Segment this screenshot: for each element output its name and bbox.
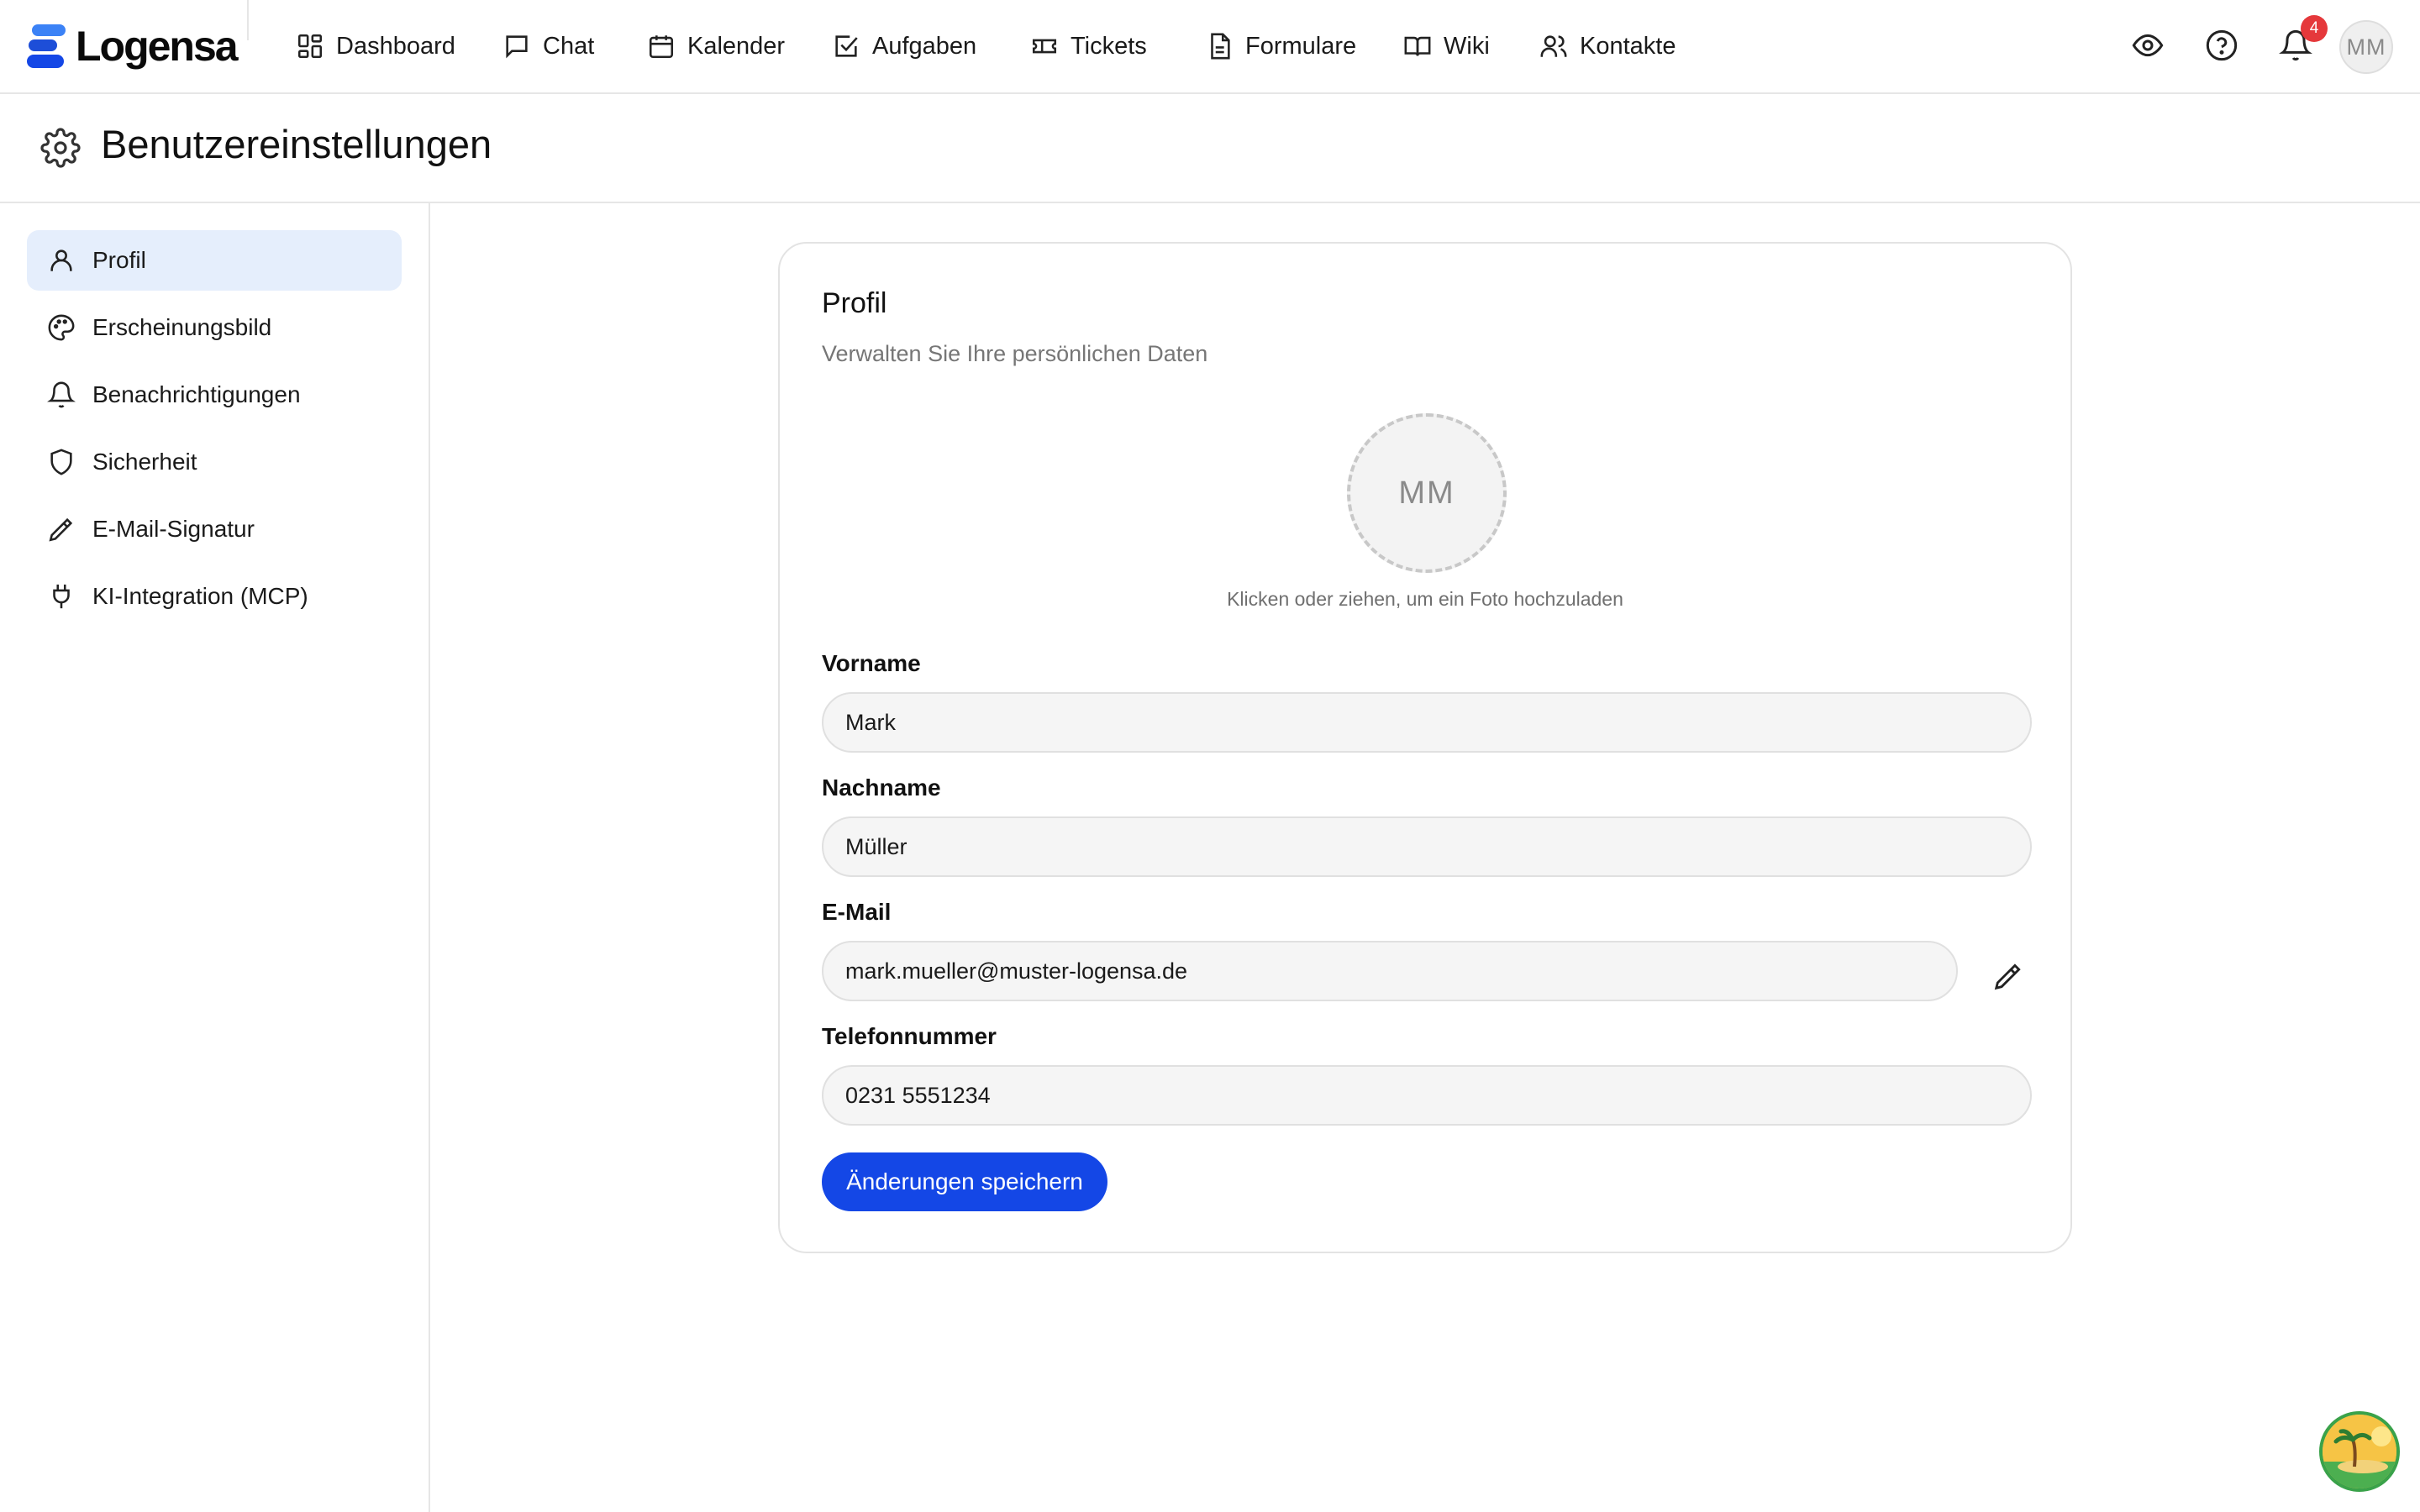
logo-divider [247,0,249,40]
contacts-icon [1540,35,1567,57]
sidebar-item-email-signature[interactable]: E-Mail-Signatur [27,499,402,559]
sidebar-item-label: E-Mail-Signatur [92,516,255,542]
page-title: Benutzereinstellungen [101,122,492,166]
card-subtitle: Verwalten Sie Ihre persönlichen Daten [822,341,1208,366]
sidebar-item-security[interactable]: Sicherheit [27,432,402,492]
eye-icon[interactable] [2131,29,2165,62]
sidebar-item-label: Sicherheit [92,449,197,475]
sidebar-item-notifications[interactable]: Benachrichtigungen [27,365,402,425]
nav-tickets[interactable]: Tickets [1030,27,1147,66]
settings-sidebar: Profil Erscheinungsbild Benachrichtigung… [0,203,430,1512]
shield-icon [50,449,72,475]
task-icon [835,35,858,57]
user-icon [50,249,72,271]
upload-hint: Klicken oder ziehen, um ein Foto hochzul… [1227,588,1623,610]
nav-forms[interactable]: Formulare [1205,27,1356,66]
nav-wiki[interactable]: Wiki [1403,27,1490,66]
avatar-upload[interactable]: MM [1347,413,1507,573]
chat-icon [506,35,528,59]
last-name-label: Nachname [822,774,941,801]
pen-icon [49,517,73,542]
user-avatar[interactable]: MM [2339,20,2393,74]
app-logo[interactable]: Logensa [27,22,239,71]
nav-label: Kontakte [1580,32,1676,60]
nav-label: Wiki [1444,32,1490,60]
sidebar-item-ai-integration[interactable]: KI-Integration (MCP) [27,566,402,627]
phone-label: Telefonnummer [822,1023,997,1049]
email-label: E-Mail [822,899,892,925]
dashboard-icon [297,34,323,59]
plug-icon [53,584,70,609]
sidebar-item-label: KI-Integration (MCP) [92,583,308,609]
first-name-label: Vorname [822,650,921,676]
profile-card: Profil Verwalten Sie Ihre persönlichen D… [778,242,2072,1253]
ticket-icon [1032,39,1057,54]
logo-icon [27,24,66,68]
bell-icon [47,381,76,408]
palette-icon [48,314,75,341]
book-icon [1404,36,1431,56]
sidebar-item-appearance[interactable]: Erscheinungsbild [27,297,402,358]
nav-label: Aufgaben [872,32,977,60]
nav-chat[interactable]: Chat [502,27,594,66]
email-field[interactable] [822,941,1958,1001]
sidebar-item-label: Profil [92,247,146,273]
nav-tasks[interactable]: Aufgaben [832,27,976,66]
island-icon [2323,1415,2396,1488]
nav-label: Formulare [1245,32,1357,60]
top-navigation-bar: Logensa Dashboard Chat Kalender Aufgaben… [0,0,2420,94]
nav-label: Chat [543,32,595,60]
calendar-icon [649,35,674,59]
form-icon [1211,33,1230,60]
help-icon[interactable] [2205,29,2238,62]
sidebar-item-profile[interactable]: Profil [27,230,402,291]
nav-label: Dashboard [336,32,455,60]
nav-contacts[interactable]: Kontakte [1539,27,1676,66]
pencil-icon [1994,963,2021,990]
gear-icon [40,128,81,168]
sidebar-item-label: Benachrichtigungen [92,381,301,407]
notification-badge: 4 [2301,15,2328,42]
nav-label: Kalender [687,32,786,60]
edit-email-button[interactable] [1985,953,2032,1000]
last-name-field[interactable] [822,816,2032,877]
app-name: Logensa [76,23,239,70]
page-header: Benutzereinstellungen [0,94,2420,203]
phone-field[interactable] [822,1065,2032,1126]
nav-label: Tickets [1071,32,1147,60]
nav-dashboard[interactable]: Dashboard [296,27,455,66]
sidebar-item-label: Erscheinungsbild [92,314,272,340]
card-title: Profil [822,287,887,319]
first-name-field[interactable] [822,692,2032,753]
save-changes-button[interactable]: Änderungen speichern [822,1152,1107,1211]
nav-calendar[interactable]: Kalender [647,27,785,66]
floating-assistant-button[interactable] [2319,1411,2400,1492]
